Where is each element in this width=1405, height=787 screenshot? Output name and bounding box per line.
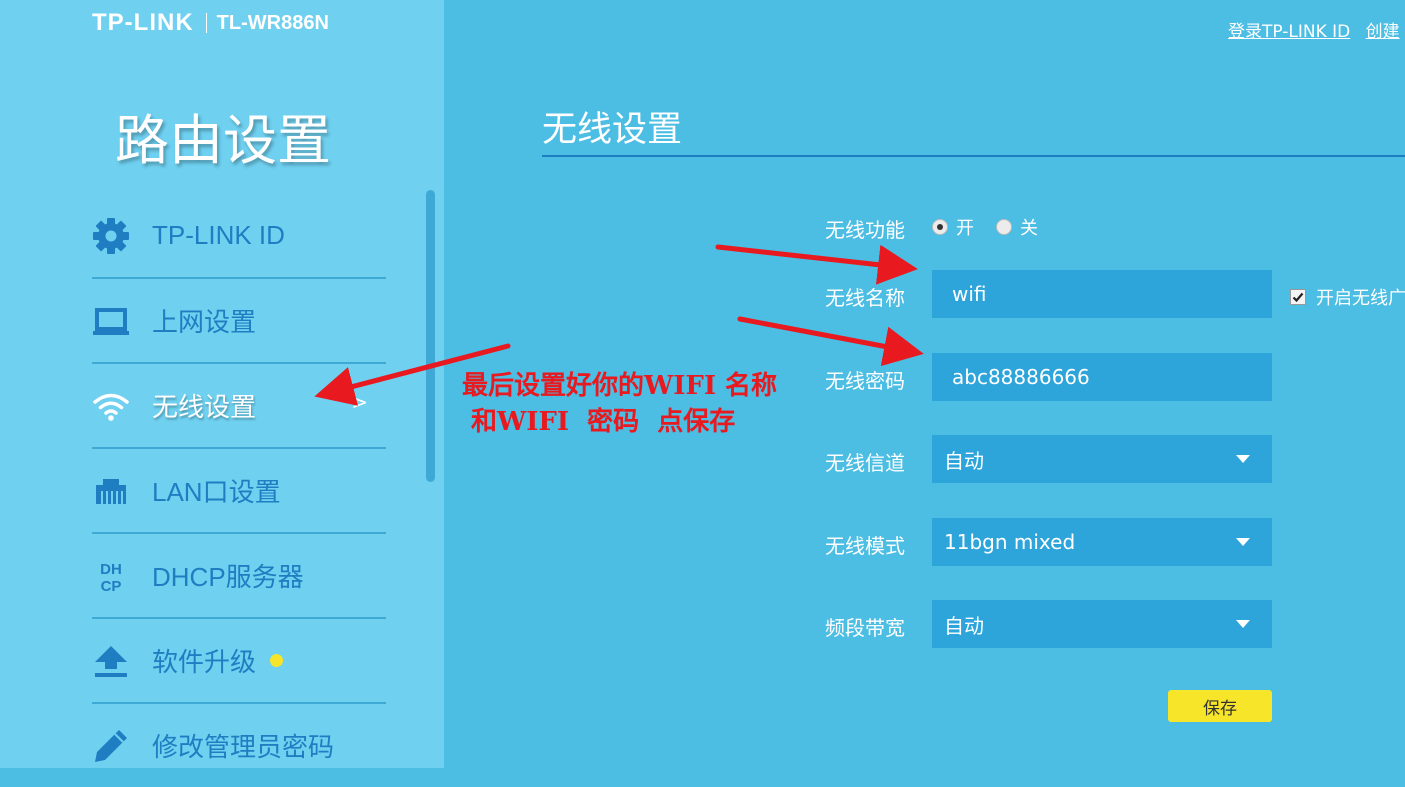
ssid-value: wifi	[952, 282, 987, 306]
chevron-right-icon: >	[351, 390, 368, 414]
bandwidth-select[interactable]: 自动	[932, 600, 1272, 648]
radio-on[interactable]: 开	[932, 214, 974, 240]
sidebar-item-wireless[interactable]: 无线设置 >	[92, 364, 386, 449]
sidebar-item-label: TP-LINK ID	[152, 220, 285, 250]
sidebar-item-label: DHCP服务器	[152, 562, 304, 592]
sidebar-nav: TP-LINK ID 上网设置 无线设置 > LAN口设置 DH CP DHCP…	[92, 194, 386, 787]
wireless-function-radio-group: 开 关	[932, 214, 1060, 240]
mode-value: 11bgn mixed	[944, 530, 1076, 554]
sidebar-item-internet[interactable]: 上网设置	[92, 279, 386, 364]
ssid-broadcast-checkbox[interactable]: 开启无线广	[1290, 284, 1405, 310]
page-title: 无线设置	[542, 110, 683, 150]
sidebar-item-label: 修改管理员密码	[152, 732, 335, 762]
account-links: 登录TP-LINK ID 创建	[1228, 17, 1405, 42]
radio-on-label: 开	[956, 218, 974, 239]
radio-off-label: 关	[1020, 218, 1038, 239]
radio-off-circle[interactable]	[996, 219, 1012, 235]
ssid-broadcast-label: 开启无线广	[1316, 288, 1405, 309]
sidebar-title: 路由设置	[115, 109, 331, 172]
mode-label: 无线模式	[825, 534, 905, 558]
radio-selected-dot	[937, 224, 943, 230]
sidebar-item-admin-password[interactable]: 修改管理员密码	[92, 704, 386, 787]
upload-icon	[92, 642, 130, 680]
password-value: abc88886666	[952, 365, 1090, 389]
pencil-icon	[92, 727, 130, 765]
password-label: 无线密码	[825, 369, 905, 393]
sidebar-scrollbar[interactable]	[426, 190, 435, 482]
brand: TP-LINK TL-WR886N	[92, 8, 329, 38]
gear-icon	[92, 217, 130, 255]
checkbox-box[interactable]	[1290, 289, 1306, 305]
wifi-icon	[92, 387, 130, 425]
radio-off[interactable]: 关	[996, 214, 1038, 240]
sidebar-item-label: 软件升级	[152, 647, 257, 677]
laptop-icon	[92, 302, 130, 340]
channel-value: 自动	[944, 448, 984, 473]
sidebar-item-label: 无线设置	[152, 392, 257, 422]
sidebar-item-dhcp[interactable]: DH CP DHCP服务器	[92, 534, 386, 619]
sidebar-item-label: 上网设置	[152, 307, 257, 337]
chevron-down-icon	[1236, 620, 1250, 628]
sidebar: TP-LINK TL-WR886N 路由设置 TP-LINK ID 上网设置 无…	[0, 0, 444, 768]
sidebar-item-label: LAN口设置	[152, 477, 281, 507]
radio-on-circle[interactable]	[932, 219, 948, 235]
bandwidth-label: 频段带宽	[825, 616, 905, 640]
save-button[interactable]: 保存	[1168, 690, 1272, 722]
dhcp-icon-text-bottom: CP	[101, 578, 122, 595]
annotation-text: 最后设置好你的WIFI 名称 和WIFI 密码 点保存	[462, 368, 777, 440]
password-input[interactable]: abc88886666	[932, 353, 1272, 401]
chevron-down-icon	[1236, 455, 1250, 463]
update-badge	[270, 654, 284, 667]
mode-select[interactable]: 11bgn mixed	[932, 518, 1272, 566]
channel-select[interactable]: 自动	[932, 435, 1272, 483]
login-tplink-id-link[interactable]: 登录TP-LINK ID	[1228, 22, 1350, 42]
channel-label: 无线信道	[825, 451, 905, 475]
wireless-function-label: 无线功能	[825, 218, 905, 242]
title-divider	[542, 155, 1405, 157]
create-account-link[interactable]: 创建	[1366, 22, 1400, 42]
sidebar-item-tplink-id[interactable]: TP-LINK ID	[92, 194, 386, 279]
arrow-to-ssid	[715, 244, 918, 285]
arrow-to-password	[737, 316, 924, 367]
dhcp-icon-text-top: DH	[100, 561, 122, 578]
dhcp-icon: DH CP	[92, 557, 130, 595]
chevron-down-icon	[1236, 538, 1250, 546]
brand-divider	[205, 13, 207, 33]
bandwidth-value: 自动	[944, 613, 984, 638]
annotation-line-2: 和WIFI 密码 点保存	[462, 407, 736, 437]
checkmark-icon	[1292, 292, 1304, 303]
ssid-input[interactable]: wifi	[932, 270, 1272, 318]
sidebar-item-firmware-upgrade[interactable]: 软件升级	[92, 619, 386, 704]
ssid-label: 无线名称	[825, 286, 905, 310]
annotation-line-1: 最后设置好你的WIFI 名称	[462, 371, 778, 401]
model-name: TL-WR886N	[216, 11, 329, 34]
brand-logo: TP-LINK	[92, 9, 194, 36]
sidebar-item-lan[interactable]: LAN口设置	[92, 449, 386, 534]
lan-port-icon	[92, 472, 130, 510]
